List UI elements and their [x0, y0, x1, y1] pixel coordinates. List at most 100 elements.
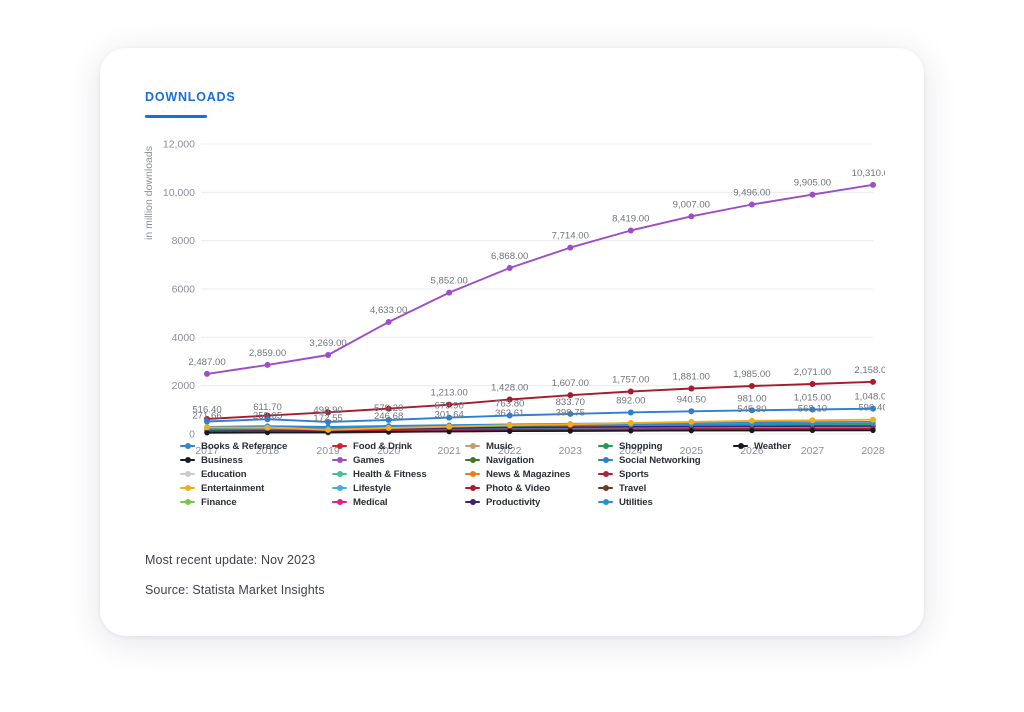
legend-item[interactable]: Sports	[598, 468, 733, 480]
data-point[interactable]	[748, 383, 755, 390]
tab-downloads[interactable]: DOWNLOADS	[145, 90, 236, 113]
legend-marker-icon	[733, 442, 748, 451]
legend-item[interactable]: Entertainment	[180, 482, 332, 494]
legend-spacer	[733, 496, 853, 508]
data-point[interactable]	[627, 420, 634, 427]
data-label: 362.61	[495, 408, 524, 419]
data-label: 2,158.00	[854, 365, 885, 376]
data-point[interactable]	[325, 426, 332, 433]
data-point[interactable]	[870, 427, 876, 433]
legend-marker-icon	[180, 484, 195, 493]
data-point[interactable]	[870, 378, 876, 385]
data-point[interactable]	[385, 425, 392, 432]
data-point[interactable]	[446, 423, 453, 430]
legend-marker-icon	[598, 498, 613, 507]
y-tick-label: 0	[189, 429, 195, 441]
data-label: 271.66	[192, 410, 221, 421]
data-point[interactable]	[627, 409, 634, 416]
legend-marker-icon	[180, 498, 195, 507]
data-point[interactable]	[688, 408, 695, 415]
legend-marker-icon	[598, 484, 613, 493]
data-label: 3,269.00	[309, 338, 346, 349]
data-label: 172.55	[313, 413, 342, 424]
data-point[interactable]	[385, 319, 392, 326]
legend-marker-icon	[332, 456, 347, 465]
data-point[interactable]	[264, 424, 271, 431]
legend-item[interactable]: Health & Fitness	[332, 468, 465, 480]
legend-label: Games	[353, 454, 385, 466]
legend-item[interactable]: Photo & Video	[465, 482, 598, 494]
legend-item[interactable]: Medical	[332, 496, 465, 508]
data-point[interactable]	[264, 361, 271, 368]
data-point[interactable]	[749, 427, 755, 434]
legend-item[interactable]: Shopping	[598, 440, 733, 452]
data-point[interactable]	[870, 181, 876, 188]
data-label: 545.80	[737, 404, 766, 415]
data-point[interactable]	[809, 427, 816, 434]
y-tick-label: 2000	[172, 380, 196, 392]
series-line	[206, 380, 874, 420]
legend-item[interactable]: Finance	[180, 496, 332, 508]
data-point[interactable]	[567, 428, 573, 434]
legend-label: Education	[201, 468, 247, 480]
data-point[interactable]	[446, 289, 453, 296]
legend-item[interactable]: Utilities	[598, 496, 733, 508]
legend-item[interactable]: Productivity	[465, 496, 598, 508]
data-point[interactable]	[506, 265, 513, 272]
data-point[interactable]	[627, 227, 634, 234]
legend-label: Music	[486, 440, 513, 452]
legend-label: Travel	[619, 482, 647, 494]
data-label: 7,714.00	[552, 231, 589, 242]
tab-active-underline	[145, 115, 207, 118]
legend-label: Entertainment	[201, 482, 265, 494]
data-label: 8,419.00	[612, 214, 649, 225]
legend-item[interactable]: Food & Drink	[332, 440, 465, 452]
legend-label: Books & Reference	[201, 440, 288, 452]
chart-legend: Books & Reference Food & Drink Music Shoppi…	[180, 440, 880, 508]
data-label: 1,048.00	[854, 392, 885, 403]
data-point[interactable]	[809, 191, 816, 198]
legend-item[interactable]: Weather	[733, 440, 853, 452]
legend-label: Social Networking	[619, 454, 701, 466]
data-point[interactable]	[870, 416, 876, 423]
legend-label: Productivity	[486, 496, 541, 508]
data-point[interactable]	[688, 385, 695, 392]
data-point[interactable]	[325, 351, 332, 358]
data-point[interactable]	[748, 417, 755, 424]
data-point[interactable]	[688, 428, 694, 434]
legend-spacer	[733, 482, 853, 494]
data-point[interactable]	[204, 430, 210, 436]
legend-item[interactable]: Travel	[598, 482, 733, 494]
legend-marker-icon	[598, 456, 613, 465]
legend-label: Navigation	[486, 454, 535, 466]
legend-item[interactable]: Books & Reference	[180, 440, 332, 452]
data-point[interactable]	[204, 424, 210, 431]
legend-item[interactable]: News & Magazines	[465, 468, 598, 480]
data-point[interactable]	[627, 388, 634, 395]
data-point[interactable]	[809, 380, 816, 387]
data-point[interactable]	[688, 213, 695, 220]
legend-item[interactable]: Lifestyle	[332, 482, 465, 494]
data-point[interactable]	[204, 370, 210, 377]
data-label: 246.68	[374, 411, 403, 422]
y-tick-label: 4000	[172, 332, 196, 344]
data-point[interactable]	[507, 428, 513, 434]
legend-item[interactable]: Games	[332, 454, 465, 466]
legend-marker-icon	[465, 470, 480, 479]
legend-item[interactable]: Education	[180, 468, 332, 480]
legend-item[interactable]: Music	[465, 440, 598, 452]
legend-label: Weather	[754, 440, 791, 452]
data-point[interactable]	[567, 421, 574, 428]
data-point[interactable]	[506, 422, 513, 429]
last-update-text: Most recent update: Nov 2023	[145, 553, 316, 567]
data-label: 940.50	[677, 394, 706, 405]
data-point[interactable]	[809, 417, 816, 424]
legend-item[interactable]: Navigation	[465, 454, 598, 466]
legend-item[interactable]: Business	[180, 454, 332, 466]
data-point[interactable]	[688, 418, 695, 425]
data-point[interactable]	[567, 244, 574, 251]
legend-item[interactable]: Social Networking	[598, 454, 733, 466]
data-point[interactable]	[748, 201, 755, 208]
data-label: 2,487.00	[188, 357, 225, 368]
data-point[interactable]	[628, 428, 634, 434]
